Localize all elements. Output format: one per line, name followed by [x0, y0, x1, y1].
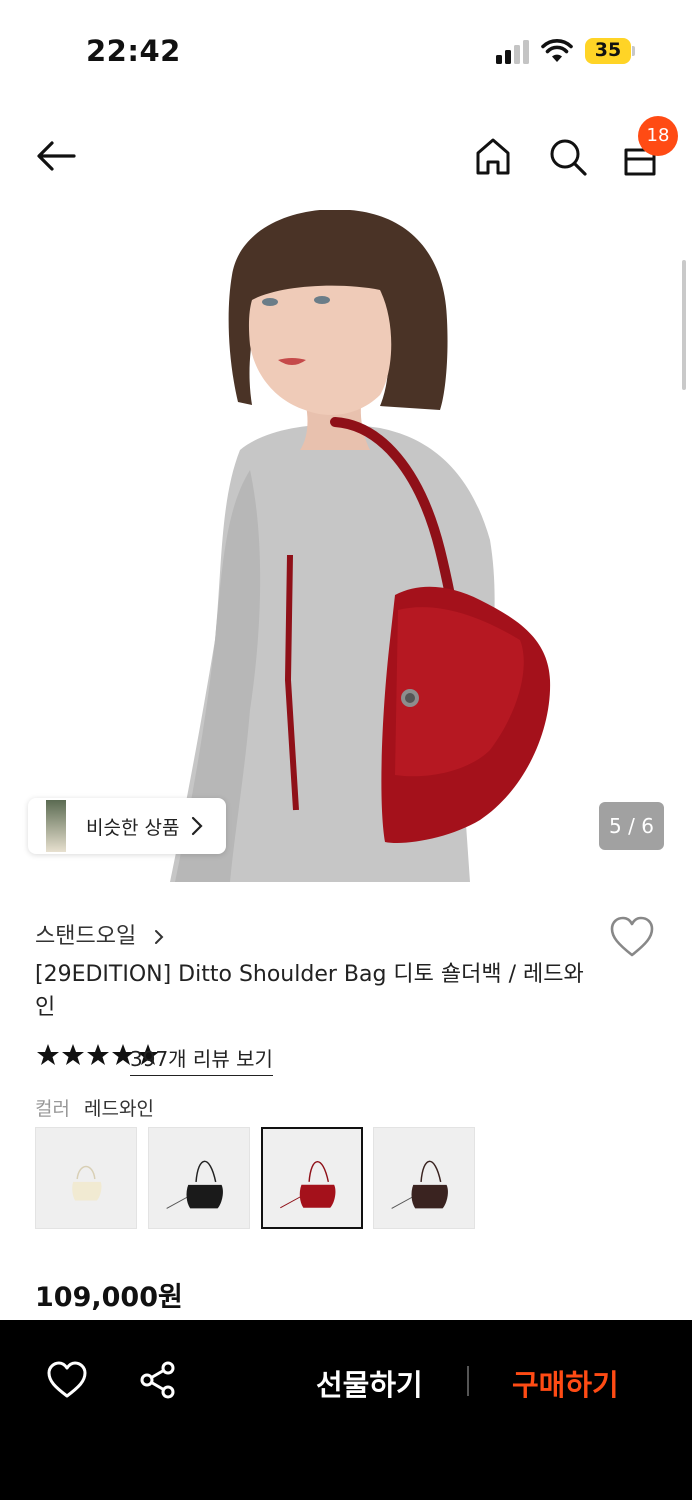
model-with-bag-photo	[170, 210, 551, 882]
color-swatch-black[interactable]	[148, 1127, 250, 1229]
top-navigation	[0, 104, 692, 210]
scrollbar-thumb[interactable]	[682, 260, 686, 390]
reviews-link[interactable]: 397개 리뷰 보기	[130, 1043, 273, 1076]
battery-level: 35	[594, 39, 622, 61]
divider	[467, 1366, 469, 1396]
status-time: 22:42	[86, 34, 181, 68]
wifi-icon	[541, 39, 573, 62]
brand-name: 스탠드오일	[35, 924, 137, 949]
buy-button[interactable]: 구매하기	[512, 1362, 619, 1404]
home-icon[interactable]	[471, 134, 515, 178]
similar-products-label: 비슷한 상품	[86, 817, 180, 839]
product-image[interactable]	[0, 210, 692, 882]
search-icon[interactable]	[545, 134, 589, 178]
heart-icon[interactable]	[608, 914, 656, 960]
battery-cap	[632, 46, 635, 56]
battery-indicator: 35	[585, 38, 635, 64]
color-option-label: 컬러	[35, 1098, 70, 1120]
cellular-signal-icon	[496, 40, 529, 64]
chevron-right-icon	[155, 930, 164, 944]
color-swatch-brown[interactable]	[373, 1127, 475, 1229]
heart-icon[interactable]	[46, 1360, 88, 1400]
gift-button[interactable]: 선물하기	[316, 1362, 423, 1404]
bag-thumbnail	[166, 1160, 223, 1209]
bag-thumbnail	[72, 1165, 102, 1201]
cart-count-badge[interactable]: 18	[638, 116, 678, 156]
color-swatch-redwine[interactable]	[261, 1127, 363, 1229]
product-title: [29EDITION] Ditto Shoulder Bag 디토 숄더백 / …	[35, 962, 584, 1020]
chevron-right-icon	[191, 816, 203, 836]
product-price: 109,000원	[35, 1282, 183, 1313]
status-bar: 22:42 35	[0, 0, 692, 104]
back-arrow-icon[interactable]	[34, 134, 78, 178]
color-swatch-cream[interactable]	[35, 1127, 137, 1229]
selected-color-value: 레드와인	[84, 1098, 154, 1120]
similar-products-button[interactable]: 비슷한 상품	[28, 798, 226, 854]
brand-link[interactable]: 스탠드오일	[35, 918, 165, 950]
bag-thumbnail	[280, 1161, 336, 1209]
bag-thumbnail	[391, 1160, 448, 1209]
image-page-indicator: 5 / 6	[599, 802, 664, 850]
share-icon[interactable]	[138, 1360, 178, 1400]
similar-product-thumbnail	[46, 800, 66, 852]
bottom-action-bar: 선물하기 구매하기	[0, 1320, 692, 1500]
